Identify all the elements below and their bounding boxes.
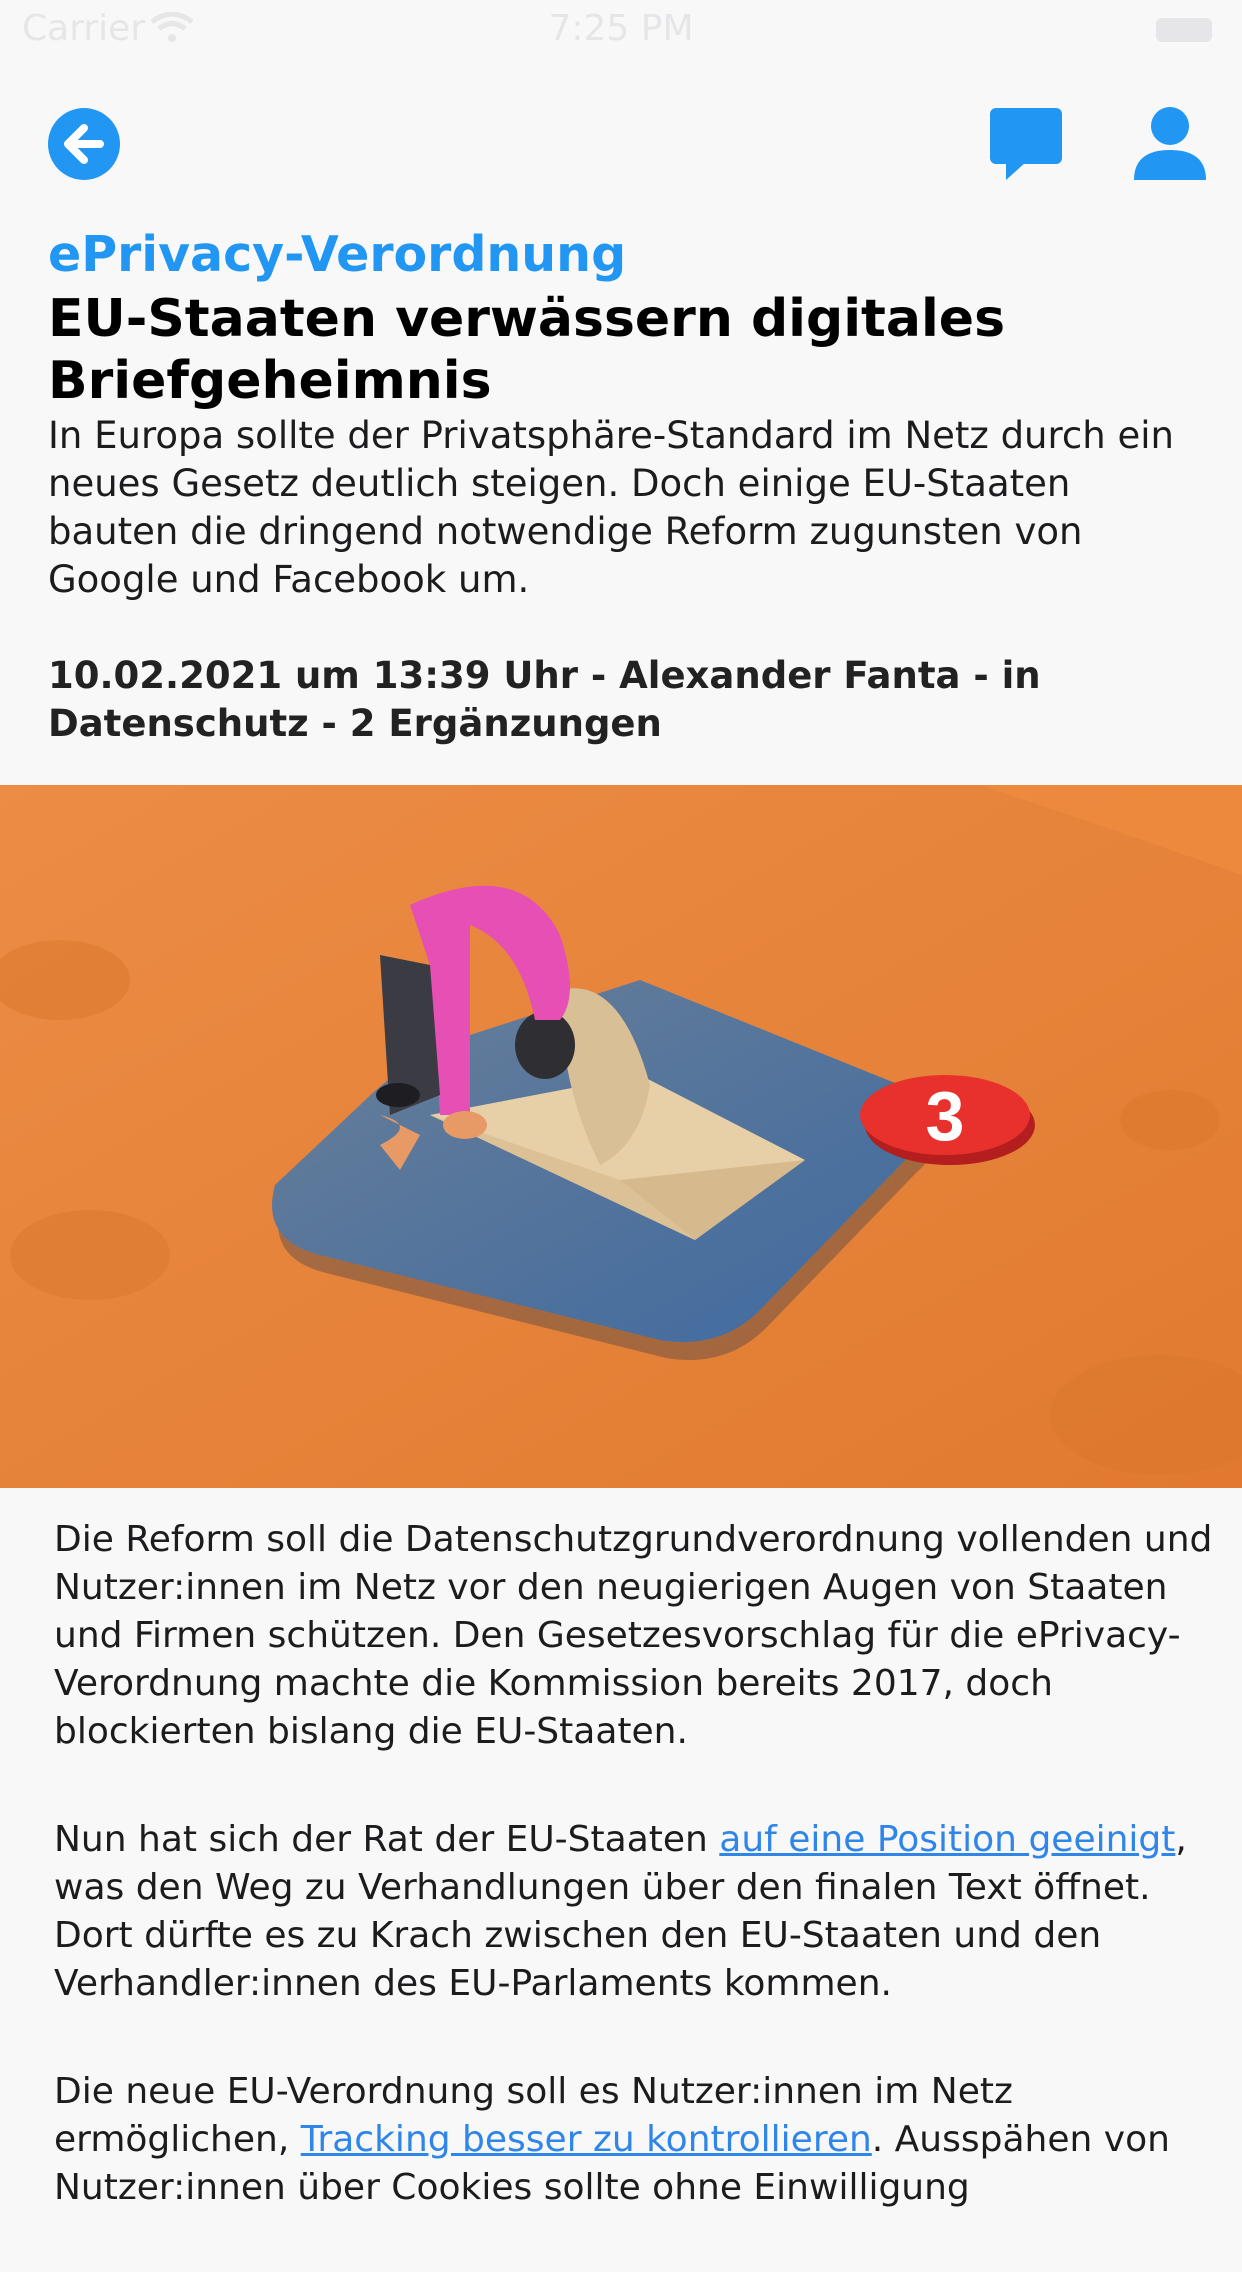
back-button[interactable] <box>48 108 120 180</box>
battery-icon <box>1156 18 1212 42</box>
article-hero-image: 3 <box>0 785 1242 1488</box>
position-link[interactable]: auf eine Position geeinigt <box>719 1819 1175 1860</box>
article-teaser: In Europa sollte der Privatsphäre-Standa… <box>48 414 1174 601</box>
article-title: EU-Staaten verwässern digitales Briefgeh… <box>48 289 1006 411</box>
article-paragraph: Nun hat sich der Rat der EU-Staaten auf … <box>54 1819 1187 2004</box>
comments-button[interactable] <box>988 106 1064 182</box>
article-body: Die Reform soll die Datenschutzgrundvero… <box>54 1516 1214 2272</box>
profile-button[interactable] <box>1132 106 1208 182</box>
article-kicker: ePrivacy-Verordnung <box>48 226 627 283</box>
person-icon <box>1134 107 1206 180</box>
hero-badge-number: 3 <box>926 1077 965 1155</box>
speech-bubble-icon <box>990 108 1062 180</box>
tracking-link[interactable]: Tracking besser zu kontrollieren <box>301 2119 872 2160</box>
article-meta: 10.02.2021 um 13:39 Uhr - Alexander Fant… <box>48 654 1041 745</box>
arrow-left-circle-icon <box>48 108 120 180</box>
status-bar: Carrier 7:25 PM <box>0 0 1242 62</box>
clock: 7:25 PM <box>548 8 694 49</box>
article-paragraph: Die neue EU-Verordnung soll es Nutzer:in… <box>54 2071 1170 2208</box>
article-paragraph: Die Reform soll die Datenschutzgrundvero… <box>54 1519 1213 1752</box>
